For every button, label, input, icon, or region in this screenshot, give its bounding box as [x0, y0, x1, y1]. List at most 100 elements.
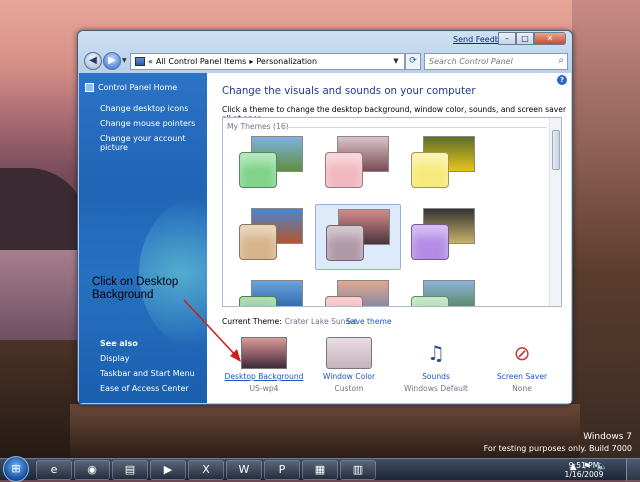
see-also-heading: See also	[100, 339, 138, 348]
theme-thumbnail[interactable]	[401, 276, 487, 306]
refresh-button[interactable]: ⟳	[405, 53, 421, 70]
theme-thumbnail[interactable]	[229, 276, 315, 306]
address-bar[interactable]: « All Control Panel Items ▸ Personalizat…	[130, 53, 405, 70]
theme-color-swatch	[326, 225, 364, 261]
screen-saver-value: None	[512, 384, 532, 393]
sidebar-decoration	[139, 193, 207, 353]
minimize-button[interactable]: –	[498, 32, 516, 45]
powerpoint-icon[interactable]: P	[264, 460, 300, 480]
theme-color-swatch	[411, 152, 449, 188]
clock[interactable]: 9:51 PM 1/16/2009	[556, 461, 612, 479]
back-button[interactable]: ◀	[84, 52, 102, 70]
help-icon[interactable]: ?	[557, 75, 567, 85]
excel-icon[interactable]: X	[188, 460, 224, 480]
control-panel-icon	[135, 57, 145, 66]
window-color-value: Custom	[334, 384, 364, 393]
theme-thumbnail[interactable]	[229, 204, 315, 270]
group-divider	[283, 127, 547, 128]
theme-thumbnail[interactable]	[315, 276, 401, 306]
word-icon[interactable]: W	[226, 460, 262, 480]
close-button[interactable]: ✕	[534, 32, 566, 45]
page-title: Change the visuals and sounds on your co…	[222, 86, 476, 97]
taskbar: ⊞ e ◉ ▤ ▶ X W P ▦ ▥ ▲ ⚑ 🔈 9:51 PM 1/16/2009	[0, 456, 640, 482]
address-dropdown-icon[interactable]: ▼	[387, 53, 405, 70]
maximize-button[interactable]: □	[516, 32, 534, 45]
address-chevron[interactable]: «	[148, 57, 153, 66]
gallery-scrollbar[interactable]	[549, 118, 561, 306]
theme-color-swatch	[411, 224, 449, 260]
desktop-background-link[interactable]: Desktop Background	[219, 372, 309, 381]
control-panel-taskbar-icon[interactable]: ▥	[340, 460, 376, 480]
history-dropdown-icon[interactable]: ▼	[122, 57, 127, 64]
clock-date: 1/16/2009	[564, 470, 604, 479]
theme-thumbnail[interactable]	[401, 204, 487, 270]
breadcrumb-separator-icon[interactable]: ▸	[249, 57, 253, 66]
search-placeholder: Search Control Panel	[429, 57, 513, 66]
window-color-link[interactable]: Window Color	[304, 372, 394, 381]
sidebar-link-display[interactable]: Display	[100, 354, 130, 363]
personalization-window: Send Feedback – □ ✕ ◀ ▶ ▼ « All Control …	[77, 30, 573, 405]
sounds-tile[interactable]: ♫ Sounds Windows Default	[391, 337, 481, 393]
forward-arrow-icon: ▶	[108, 55, 116, 66]
theme-color-swatch	[239, 296, 277, 306]
save-theme-link[interactable]: Save theme	[346, 317, 392, 326]
sidebar-link-account-picture[interactable]: Change your account picture	[100, 134, 207, 152]
window-color-swatch[interactable]	[326, 337, 372, 369]
sidebar: Control Panel Home Change desktop icons …	[79, 73, 207, 403]
scrollbar-thumb[interactable]	[552, 130, 560, 170]
theme-color-swatch	[239, 152, 277, 188]
firefox-icon[interactable]: ◉	[74, 460, 110, 480]
control-panel-home-icon	[85, 83, 94, 92]
internet-explorer-icon[interactable]: e	[36, 460, 72, 480]
explorer-icon[interactable]: ▤	[112, 460, 148, 480]
theme-color-swatch	[325, 152, 363, 188]
theme-gallery: My Themes (16)	[222, 117, 562, 307]
screen-saver-link[interactable]: Screen Saver	[477, 372, 567, 381]
screen-saver-icon[interactable]: ⊘	[499, 337, 545, 369]
main-content: ? Change the visuals and sounds on your …	[207, 73, 571, 403]
tutorial-annotation: Click on Desktop Background	[92, 276, 179, 301]
theme-thumbnail[interactable]	[315, 132, 401, 198]
window-controls: – □ ✕	[498, 32, 566, 45]
forward-button[interactable]: ▶	[103, 52, 121, 70]
watermark-title: Windows 7	[583, 432, 632, 442]
show-desktop-button[interactable]	[626, 459, 640, 481]
media-player-icon[interactable]: ▶	[150, 460, 186, 480]
breadcrumb-personalization[interactable]: Personalization	[256, 57, 317, 66]
breadcrumb-all-items[interactable]: All Control Panel Items	[156, 57, 246, 66]
clock-time: 9:51 PM	[568, 461, 600, 470]
wallpaper-trees-right	[572, 0, 640, 458]
search-icon[interactable]: ⌕	[558, 55, 564, 66]
sidebar-link-mouse-pointers[interactable]: Change mouse pointers	[100, 119, 195, 128]
refresh-icon: ⟳	[409, 56, 417, 66]
theme-group-label: My Themes (16)	[227, 122, 289, 131]
sounds-value: Windows Default	[403, 384, 469, 393]
theme-thumbnail[interactable]	[315, 204, 401, 270]
desktop-background-thumbnail[interactable]	[241, 337, 287, 369]
control-panel-home-label: Control Panel Home	[98, 83, 178, 92]
window-color-tile[interactable]: Window Color Custom	[304, 337, 394, 393]
windows-watermark: Windows 7 For testing purposes only. Bui…	[484, 432, 632, 454]
navigation-bar: ◀ ▶ ▼ « All Control Panel Items ▸ Person…	[82, 52, 568, 71]
current-theme: Current Theme: Crater Lake Sunset	[222, 317, 357, 326]
desktop-background-tile[interactable]: Desktop Background US-wp4	[219, 337, 309, 393]
sidebar-link-ease-of-access[interactable]: Ease of Access Center	[100, 384, 189, 393]
current-theme-label: Current Theme:	[222, 317, 282, 326]
sidebar-link-desktop-icons[interactable]: Change desktop icons	[100, 104, 188, 113]
theme-color-swatch	[411, 296, 449, 306]
control-panel-home-link[interactable]: Control Panel Home	[85, 83, 177, 92]
theme-color-swatch	[239, 224, 277, 260]
sounds-icon[interactable]: ♫	[413, 337, 459, 369]
wallpaper-hill	[0, 168, 88, 258]
sounds-link[interactable]: Sounds	[391, 372, 481, 381]
start-button[interactable]: ⊞	[3, 456, 29, 482]
watermark-build: For testing purposes only. Build 7000	[483, 444, 632, 453]
theme-thumbnail[interactable]	[401, 132, 487, 198]
back-arrow-icon: ◀	[89, 55, 97, 66]
app-icon[interactable]: ▦	[302, 460, 338, 480]
search-input[interactable]: Search Control Panel ⌕	[424, 53, 568, 70]
theme-thumbnail[interactable]	[229, 132, 315, 198]
desktop-background-value: US-wp4	[249, 384, 279, 393]
sidebar-link-taskbar[interactable]: Taskbar and Start Menu	[100, 369, 195, 378]
screen-saver-tile[interactable]: ⊘ Screen Saver None	[477, 337, 567, 393]
